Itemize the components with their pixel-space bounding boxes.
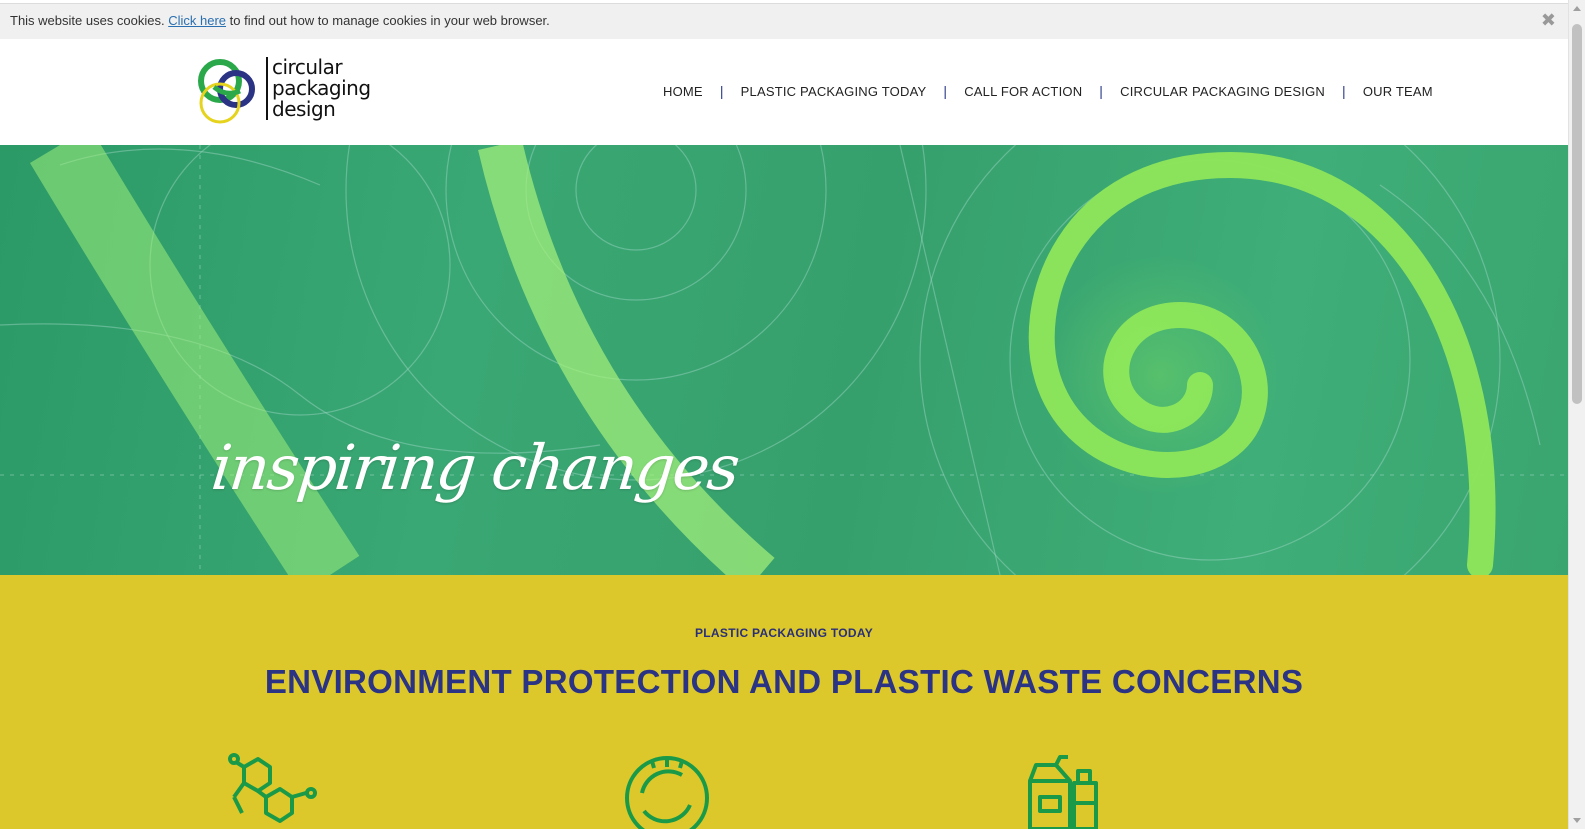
nav-separator: | xyxy=(719,83,724,99)
main-nav: HOME | PLASTIC PACKAGING TODAY | CALL FO… xyxy=(663,83,1433,99)
cookie-text-after: to find out how to manage cookies in you… xyxy=(226,13,550,28)
nav-separator: | xyxy=(1099,83,1104,99)
scroll-down-arrow-icon[interactable] xyxy=(1573,818,1581,823)
logo-line-1: circular xyxy=(272,55,343,79)
hero-title: inspiring changes xyxy=(208,431,742,504)
logo-line-2: packaging xyxy=(272,76,371,100)
site-header: circular packaging design HOME | PLASTIC… xyxy=(0,39,1568,145)
close-icon[interactable]: ✖ xyxy=(1541,10,1556,30)
logo[interactable]: circular packaging design xyxy=(196,55,376,127)
plastic-packaging-section: PLASTIC PACKAGING TODAY ENVIRONMENT PROT… xyxy=(0,575,1568,829)
gauge-icon xyxy=(622,753,712,829)
nav-separator: | xyxy=(1342,83,1346,99)
molecule-icon xyxy=(226,753,318,829)
hero-banner: inspiring changes xyxy=(0,145,1568,575)
cookie-banner: This website uses cookies. Click here to… xyxy=(0,3,1568,39)
cookie-link[interactable]: Click here xyxy=(168,13,226,28)
nav-item-plastic-packaging-today[interactable]: PLASTIC PACKAGING TODAY xyxy=(741,84,927,99)
page: This website uses cookies. Click here to… xyxy=(0,0,1568,829)
section-headline: ENVIRONMENT PROTECTION AND PLASTIC WASTE… xyxy=(264,663,1304,700)
nav-item-circular-packaging-design[interactable]: CIRCULAR PACKAGING DESIGN xyxy=(1120,84,1325,99)
scroll-up-arrow-icon[interactable] xyxy=(1573,6,1581,11)
hero-background-art xyxy=(0,145,1568,575)
cookie-message: This website uses cookies. Click here to… xyxy=(10,13,550,28)
section-eyebrow: PLASTIC PACKAGING TODAY xyxy=(694,626,874,640)
nav-item-call-for-action[interactable]: CALL FOR ACTION xyxy=(964,84,1082,99)
cookie-text-before: This website uses cookies. xyxy=(10,13,169,28)
nav-item-home[interactable]: HOME xyxy=(663,84,703,99)
scroll-thumb[interactable] xyxy=(1572,24,1582,404)
logo-line-3: design xyxy=(272,97,336,121)
vertical-scrollbar[interactable] xyxy=(1568,0,1585,829)
nav-separator: | xyxy=(943,83,948,99)
containers-icon xyxy=(1026,753,1102,829)
logo-mark-icon xyxy=(198,59,255,124)
nav-item-our-team[interactable]: OUR TEAM xyxy=(1363,84,1433,99)
logo-wordmark: circular packaging design xyxy=(266,57,371,120)
